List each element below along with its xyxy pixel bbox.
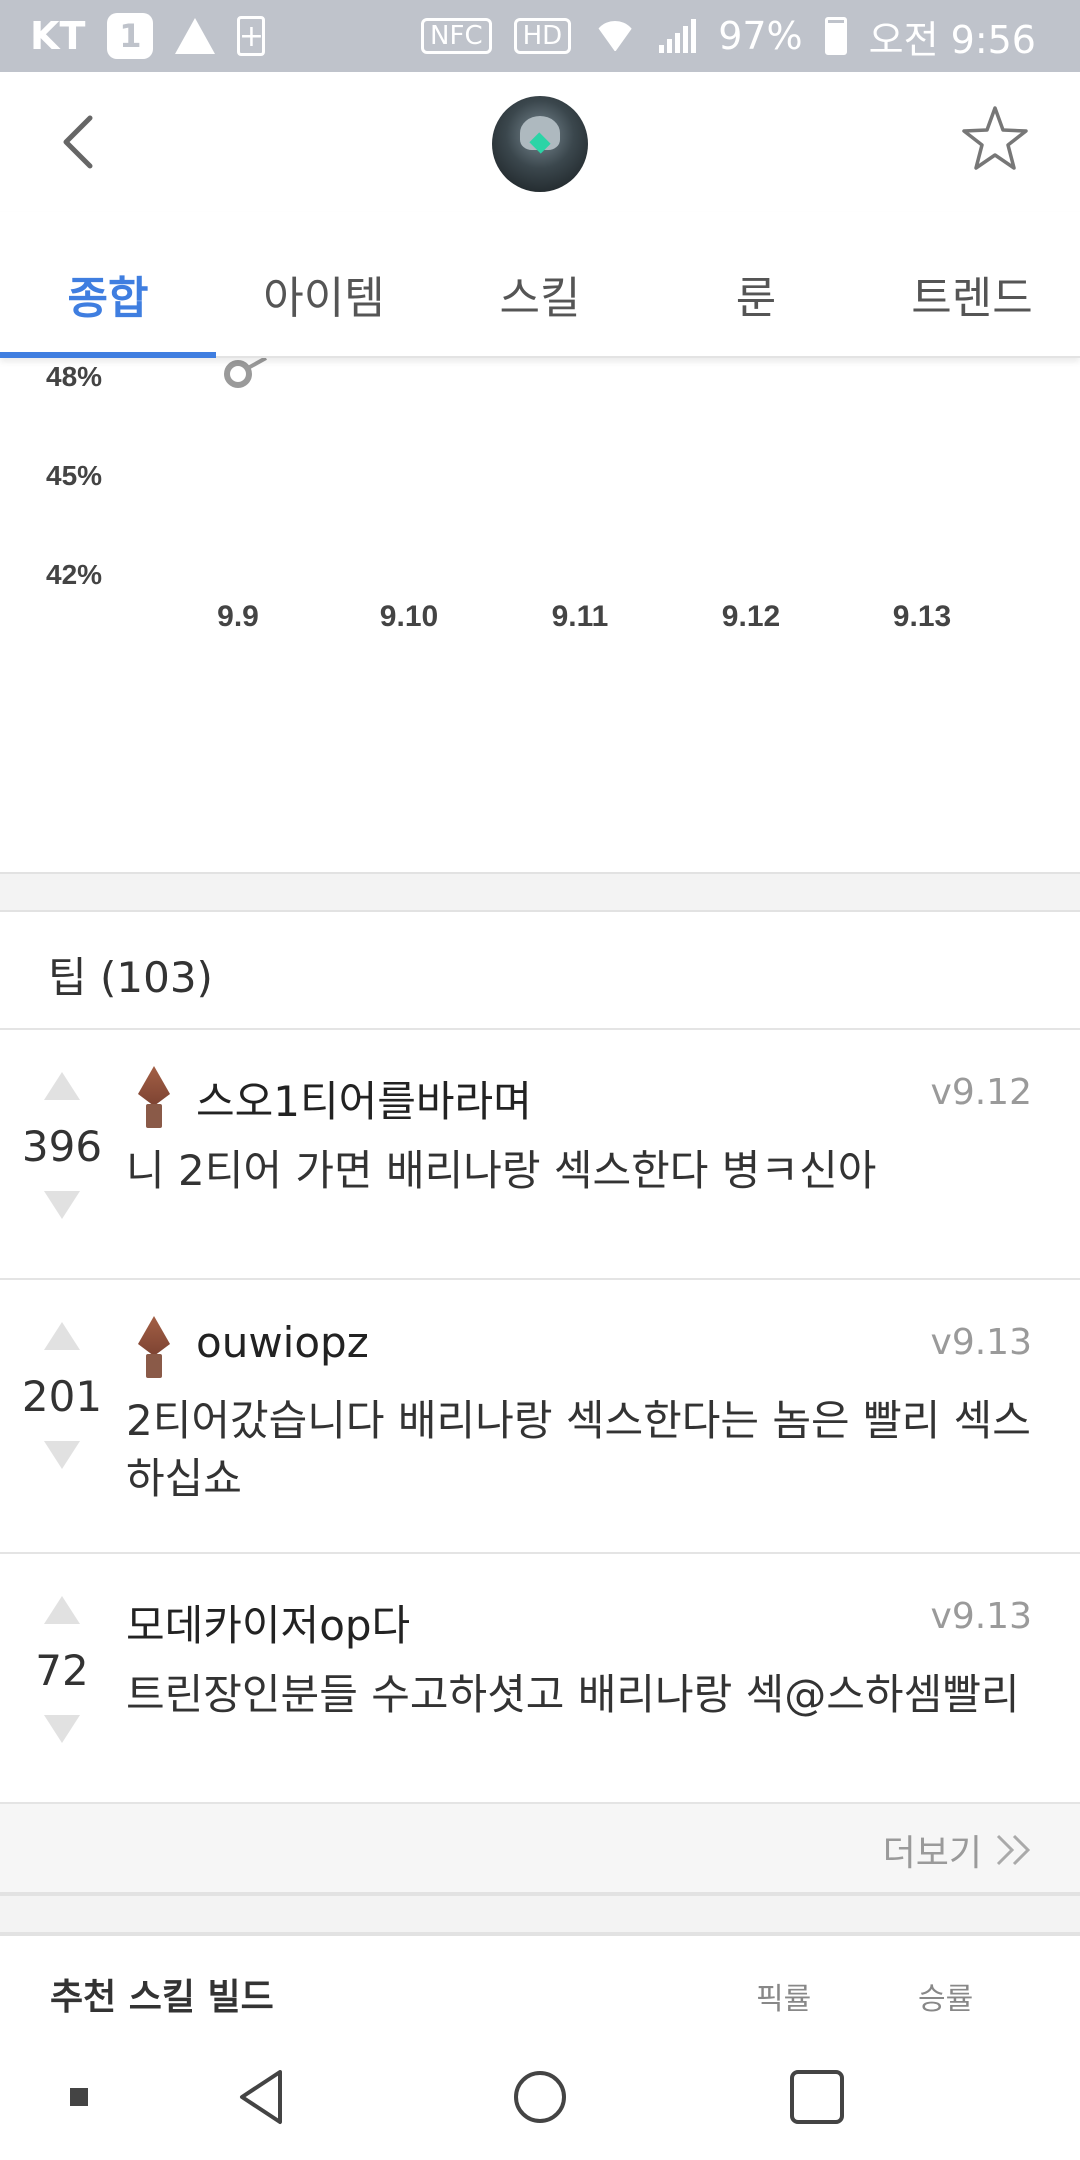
downvote-icon[interactable] <box>44 1715 80 1743</box>
clock: 오전 9:56 <box>868 17 1036 62</box>
battery-percent: 97% <box>718 14 803 58</box>
downvote-icon[interactable] <box>44 1441 80 1469</box>
x-tick-label: 9.11 <box>552 600 609 633</box>
section-divider <box>0 872 1080 912</box>
tip-version: v9.12 <box>930 1072 1032 1113</box>
tip-item: 396 스오1티어를바라며 v9.12 니 2티어 가면 배리나랑 섹스한다 병… <box>0 1030 1080 1280</box>
series-line <box>247 358 267 370</box>
wifi-icon <box>593 21 637 51</box>
battery-icon <box>824 17 847 55</box>
nfc-icon: NFC <box>421 18 492 54</box>
more-bar: 더보기 <box>0 1804 1080 1894</box>
x-tick-label: 9.9 <box>217 600 259 633</box>
vote-count: 72 <box>35 1646 89 1695</box>
winrate-chart: 48% 45% 42% 9.9 9.10 9.11 9.12 9.13 <box>0 358 1080 872</box>
status-bar: KT 1 + NFC HD 97% 오전 9:56 <box>0 0 1080 72</box>
upvote-icon[interactable] <box>44 1072 80 1100</box>
tip-author[interactable]: 모데카이저op다 <box>126 1592 410 1653</box>
tab-overview[interactable]: 종합 <box>0 212 216 358</box>
champion-avatar <box>492 96 588 192</box>
back-button[interactable] <box>50 110 114 174</box>
pick-rate-header: 픽률 <box>756 1982 812 2017</box>
vote-control: 201 <box>20 1322 104 1469</box>
tab-items[interactable]: 아이템 <box>216 212 432 356</box>
circle-home-icon <box>514 2071 566 2123</box>
tab-bar: 종합 아이템 스킬 룬 트렌드 <box>0 212 1080 358</box>
square-dot-icon <box>70 2088 88 2106</box>
nav-home-button[interactable] <box>505 2062 575 2132</box>
skill-build-title: 추천 스킬 빌드 <box>50 1977 274 2018</box>
star-outline-icon <box>962 106 1028 170</box>
y-tick-label: 42% <box>46 559 102 590</box>
vote-control: 396 <box>20 1072 104 1219</box>
y-tick-label: 45% <box>46 460 102 491</box>
triangle-back-icon <box>240 2070 282 2124</box>
tip-author[interactable]: 스오1티어를바라며 <box>196 1068 532 1129</box>
tab-skills[interactable]: 스킬 <box>432 212 648 356</box>
section-divider <box>0 1894 1080 1934</box>
vote-control: 72 <box>20 1596 104 1743</box>
tip-author[interactable]: ouwiopz <box>196 1318 369 1367</box>
skill-build-section: 추천 스킬 빌드 픽률 승률 <box>0 1934 1080 2034</box>
upvote-icon[interactable] <box>44 1322 80 1350</box>
more-link[interactable]: 더보기 <box>883 1824 1034 1876</box>
tab-runes[interactable]: 룬 <box>648 212 864 356</box>
y-tick-label: 48% <box>46 361 102 392</box>
warning-icon <box>175 18 216 54</box>
hd-icon: HD <box>513 18 572 54</box>
chart-svg: 48% 45% 42% 9.9 9.10 9.11 9.12 9.13 <box>46 358 951 633</box>
x-tick-label: 9.10 <box>380 600 438 633</box>
nav-recents-button[interactable] <box>782 2062 852 2132</box>
app-header <box>0 72 1080 212</box>
notification-badge: 1 <box>107 13 154 59</box>
chevron-left-icon <box>63 115 93 169</box>
battery-saver-icon: + <box>237 16 266 56</box>
vote-count: 201 <box>21 1372 103 1421</box>
tab-trend[interactable]: 트렌드 <box>864 212 1080 356</box>
tips-header: 팁 (103) <box>0 912 1080 1030</box>
carrier-label: KT <box>30 14 86 58</box>
more-label: 더보기 <box>882 1833 982 1874</box>
downvote-icon[interactable] <box>44 1191 80 1219</box>
tier-icon <box>134 1316 174 1378</box>
x-tick-label: 9.12 <box>722 600 780 633</box>
tip-item: 201 ouwiopz v9.13 2티어갔습니다 배리나랑 섹스한다는 놈은 … <box>0 1280 1080 1554</box>
double-chevron-right-icon <box>996 1834 1031 1866</box>
tier-icon <box>134 1066 174 1128</box>
tip-version: v9.13 <box>930 1596 1032 1637</box>
nav-back-button[interactable] <box>228 2062 298 2132</box>
square-recents-icon <box>790 2070 844 2124</box>
favorite-button[interactable] <box>960 104 1030 174</box>
data-point[interactable] <box>224 360 252 388</box>
x-tick-label: 9.13 <box>893 600 951 633</box>
signal-icon <box>659 19 697 53</box>
tip-item: 72 모데카이저op다 v9.13 트린장인분들 수고하셧고 배리나랑 섹@스하… <box>0 1554 1080 1804</box>
tip-body: 니 2티어 가면 배리나랑 섹스한다 병ㅋ신아 <box>126 1146 877 1195</box>
tip-version: v9.13 <box>930 1322 1032 1363</box>
vote-count: 396 <box>21 1122 103 1171</box>
tip-body: 2티어갔습니다 배리나랑 섹스한다는 놈은 빨리 섹스하십쇼 <box>126 1396 1031 1503</box>
tips-title: 팁 (103) <box>48 953 213 1002</box>
win-rate-header: 승률 <box>918 1982 974 2017</box>
tip-body: 트린장인분들 수고하셧고 배리나랑 섹@스하셈빨리 <box>126 1670 1020 1719</box>
upvote-icon[interactable] <box>44 1596 80 1624</box>
system-nav-bar <box>0 2034 1080 2160</box>
nav-dot-button[interactable] <box>44 2062 114 2132</box>
